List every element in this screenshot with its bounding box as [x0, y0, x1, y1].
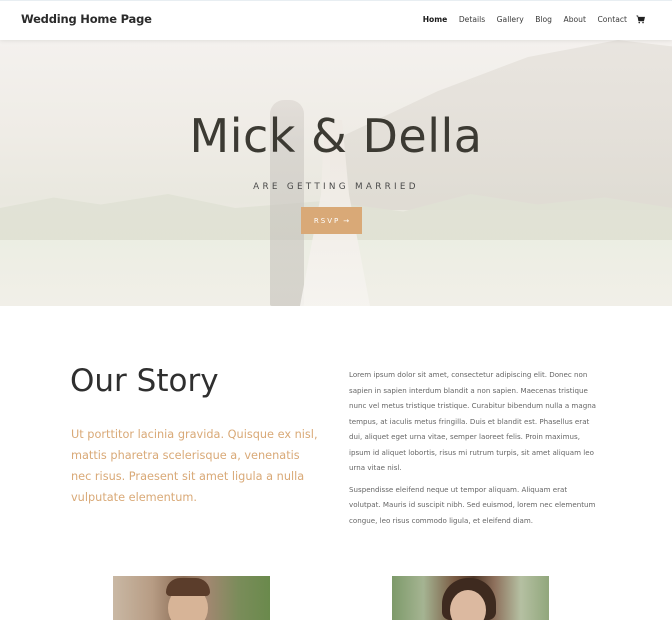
story-paragraph-2: Suspendisse eleifend neque ut tempor ali… — [349, 484, 596, 525]
nav-details[interactable]: Details — [459, 15, 485, 24]
site-header: Wedding Home Page Home Details Gallery B… — [0, 0, 672, 40]
nav-blog[interactable]: Blog — [535, 15, 552, 24]
rsvp-button-label: RSVP — [313, 216, 341, 225]
story-lead-text: Ut porttitor lacinia gravida. Quisque ex… — [71, 428, 318, 504]
bride-photo — [392, 576, 549, 620]
hero-section: Mick & Della ARE GETTING MARRIED RSVP → — [0, 40, 672, 306]
site-logo[interactable]: Wedding Home Page — [21, 12, 152, 26]
nav-about[interactable]: About — [564, 15, 586, 24]
main-nav: Home Details Gallery Blog About Contact — [411, 15, 645, 24]
groom-hair — [166, 578, 210, 596]
hero-subtitle: ARE GETTING MARRIED — [253, 182, 419, 192]
story-title: Our Story — [70, 363, 219, 399]
nav-contact[interactable]: Contact — [597, 15, 627, 24]
rsvp-button[interactable]: RSVP → — [301, 207, 362, 234]
groom-photo — [113, 576, 270, 620]
cart-icon[interactable] — [636, 15, 645, 24]
story-paragraph-1: Lorem ipsum dolor sit amet, consectetur … — [349, 370, 597, 472]
story-body: Lorem ipsum dolor sit amet, consectetur … — [349, 367, 601, 534]
nav-home[interactable]: Home — [423, 15, 448, 24]
hero-title: Mick & Della — [189, 109, 483, 163]
nav-gallery[interactable]: Gallery — [497, 15, 524, 24]
arrow-right-icon: → — [343, 216, 350, 225]
